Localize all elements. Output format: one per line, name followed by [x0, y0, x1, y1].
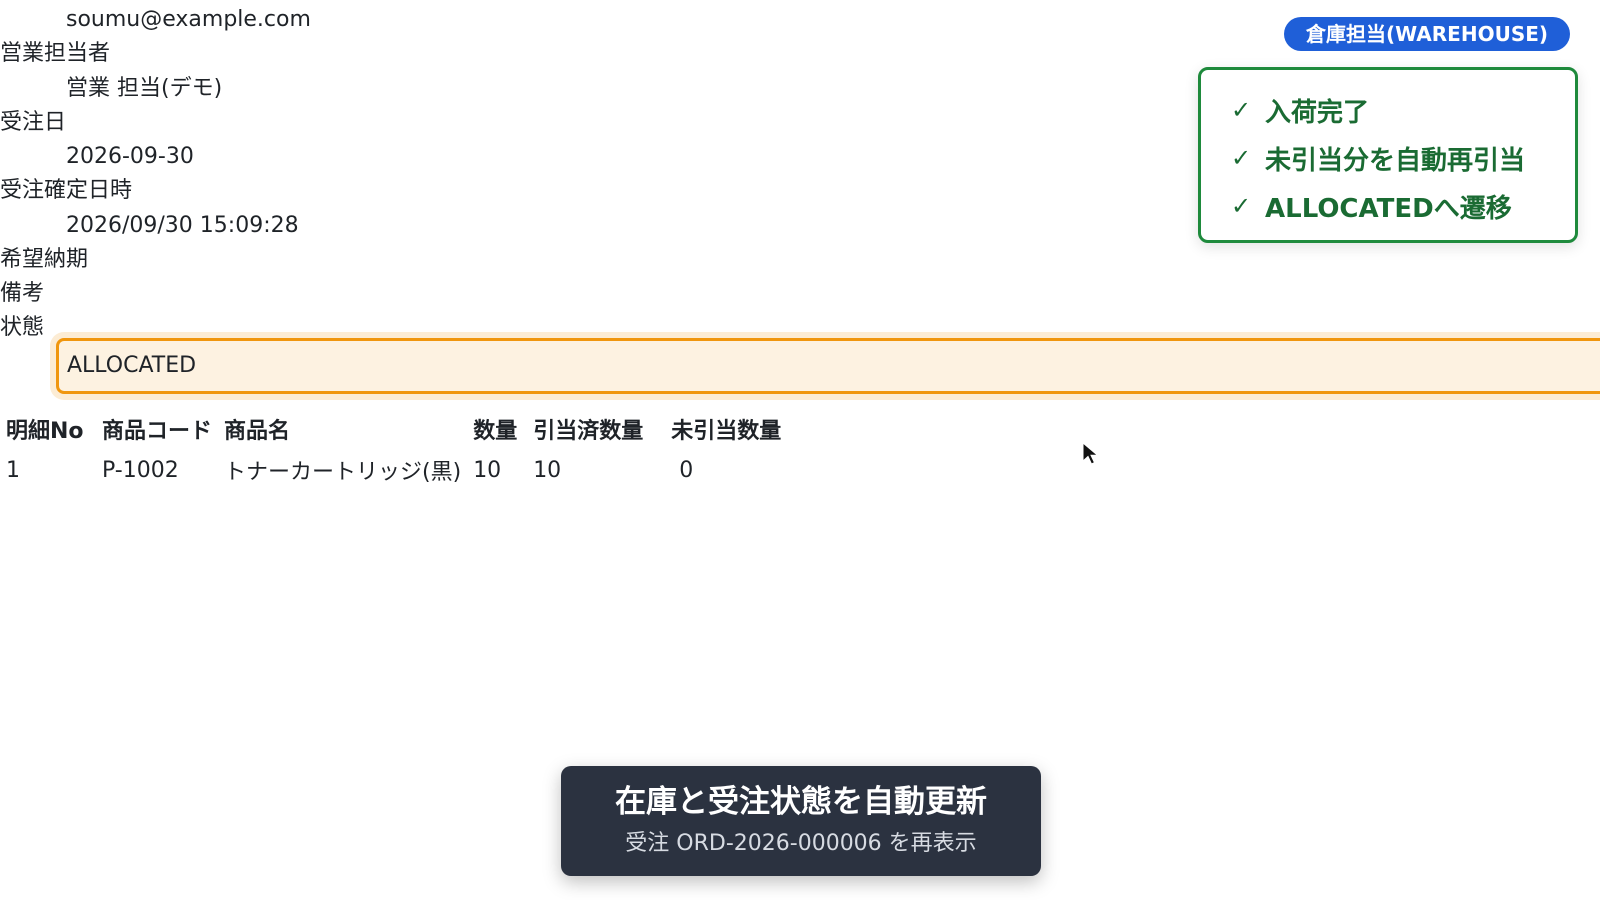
- header-unallocated-qty: 未引当数量: [671, 419, 782, 444]
- checklist-item-label: ALLOCATEDへ遷移: [1265, 193, 1512, 224]
- status-value: ALLOCATED: [67, 353, 197, 378]
- cell-line-no: 1: [6, 457, 20, 483]
- order-date-label: 受注日: [0, 110, 67, 135]
- checklist-card: ✓ 入荷完了 ✓ 未引当分を自動再引当 ✓ ALLOCATEDへ遷移: [1198, 67, 1578, 243]
- check-icon: ✓: [1231, 96, 1252, 124]
- remarks-label: 備考: [0, 281, 45, 306]
- header-product-name: 商品名: [224, 419, 291, 444]
- sales-rep-label: 営業担当者: [0, 41, 111, 66]
- cell-product-code: P-1002: [102, 457, 179, 483]
- header-product-code: 商品コード: [102, 419, 213, 444]
- checklist-item: ✓ 入荷完了: [1231, 86, 1575, 134]
- header-quantity: 数量: [473, 419, 518, 444]
- confirmed-at-value: 2026/09/30 15:09:28: [66, 213, 299, 238]
- toast-notification: 在庫と受注状態を自動更新 受注 ORD-2026-000006 を再表示: [561, 766, 1041, 876]
- header-allocated-qty: 引当済数量: [533, 419, 644, 444]
- table-row: 1 P-1002 トナーカートリッジ(黒) 10 10 0: [0, 448, 797, 492]
- cell-product-name: トナーカートリッジ(黒): [224, 460, 462, 485]
- order-lines-table: 明細No 商品コード 商品名 数量 引当済数量 未引当数量 1 P-1002 ト…: [0, 410, 797, 492]
- confirmed-at-label: 受注確定日時: [0, 178, 133, 203]
- role-badge: 倉庫担当(WAREHOUSE): [1284, 17, 1571, 51]
- check-icon: ✓: [1231, 144, 1252, 172]
- status-highlight: ALLOCATED: [56, 338, 1600, 394]
- order-date-value: 2026-09-30: [66, 144, 194, 169]
- cell-quantity: 10: [473, 457, 502, 483]
- table-header-row: 明細No 商品コード 商品名 数量 引当済数量 未引当数量: [0, 410, 797, 448]
- toast-subtitle: 受注 ORD-2026-000006 を再表示: [625, 831, 977, 856]
- toast-title: 在庫と受注状態を自動更新: [615, 784, 987, 820]
- cell-unallocated-qty: 0: [679, 457, 694, 483]
- checklist-item-label: 入荷完了: [1265, 97, 1370, 128]
- mouse-cursor-icon: [1082, 442, 1099, 465]
- desired-delivery-label: 希望納期: [0, 247, 89, 272]
- checklist-item: ✓ 未引当分を自動再引当: [1231, 134, 1575, 182]
- cell-allocated-qty: 10: [533, 457, 562, 483]
- email-value: soumu@example.com: [66, 7, 311, 32]
- sales-rep-value: 営業 担当(デモ): [66, 76, 223, 101]
- header-line-no: 明細No: [6, 419, 84, 444]
- checklist-item-label: 未引当分を自動再引当: [1265, 145, 1526, 176]
- status-label: 状態: [0, 315, 45, 340]
- checklist-item: ✓ ALLOCATEDへ遷移: [1231, 182, 1575, 230]
- check-icon: ✓: [1231, 192, 1252, 220]
